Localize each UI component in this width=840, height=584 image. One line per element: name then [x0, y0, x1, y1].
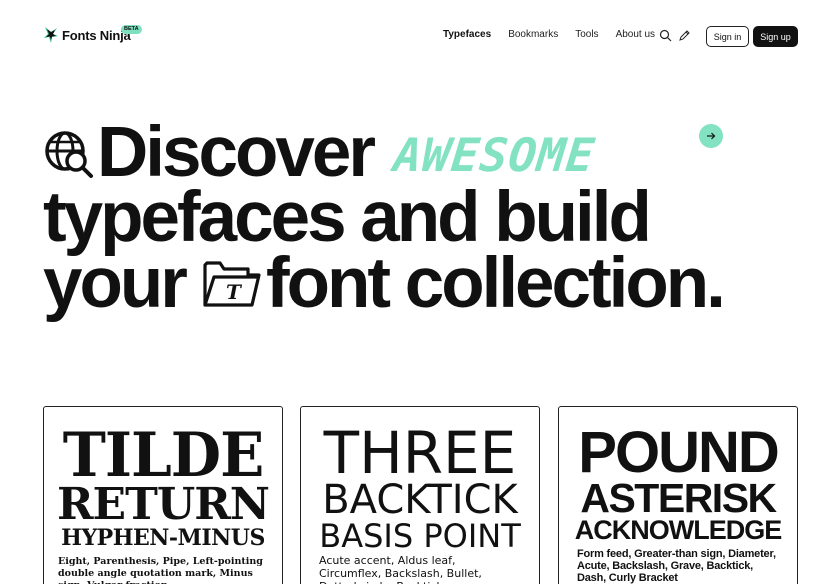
card-description: Eight, Parenthesis, Pipe, Left-pointing …	[58, 556, 263, 584]
hero-line-2: typefaces and build	[43, 178, 652, 257]
card-title-2: RETURN	[56, 479, 270, 530]
hero-highlight: AWESOME	[391, 128, 598, 182]
hero-word-your: your	[43, 244, 188, 323]
arrow-right-icon[interactable]	[699, 124, 723, 148]
search-icon[interactable]	[659, 29, 672, 42]
site-header: Fonts Ninja BETA Typefaces Bookmarks Too…	[0, 0, 840, 72]
card-title-3: BASIS POINT	[319, 517, 521, 555]
ninja-star-icon	[44, 27, 58, 43]
sign-up-button[interactable]: Sign up	[753, 26, 798, 47]
card-description: Form feed, Greater-than sign, Diameter, …	[577, 548, 776, 584]
nav-bookmarks[interactable]: Bookmarks	[508, 29, 558, 40]
pen-icon[interactable]	[678, 29, 691, 42]
globe-search-icon	[45, 131, 93, 178]
card-title-3: HYPHEN-MINUS	[61, 525, 265, 551]
svg-text:T: T	[226, 280, 243, 304]
nav-about-us[interactable]: About us	[616, 29, 655, 40]
font-card[interactable]: THREE BACKTICK BASIS POINT Acute accent,…	[300, 406, 540, 584]
card-title-3: ACKNOWLEDGE	[574, 515, 783, 545]
beta-badge: BETA	[121, 25, 142, 34]
font-folder-icon: T	[203, 261, 261, 307]
font-card[interactable]: TILDE RETURN HYPHEN-MINUS Eight, Parenth…	[43, 406, 283, 584]
nav-typefaces[interactable]: Typefaces	[443, 29, 491, 40]
logo[interactable]: Fonts Ninja BETA	[43, 25, 142, 44]
hero-font-collection: font collection.	[266, 244, 726, 323]
main-nav: Typefaces Bookmarks Tools About us	[443, 29, 672, 40]
card-description: Acute accent, Aldus leaf, Circumflex, Ba…	[319, 554, 482, 584]
nav-tools[interactable]: Tools	[575, 29, 598, 40]
font-card[interactable]: POUND ASTERISK ACKNOWLEDGE Form feed, Gr…	[558, 406, 798, 584]
sign-in-button[interactable]: Sign in	[706, 26, 749, 47]
